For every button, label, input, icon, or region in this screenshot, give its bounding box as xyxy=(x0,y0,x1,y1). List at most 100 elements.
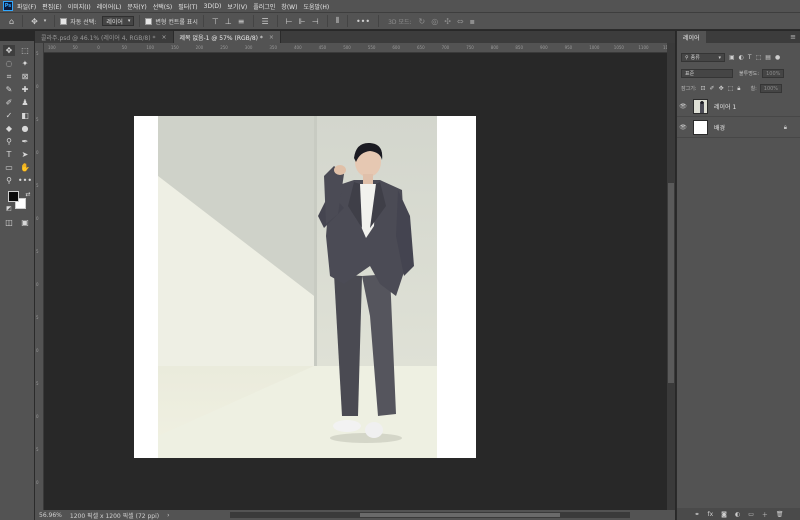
filter-type-icon[interactable]: T xyxy=(748,54,752,61)
hand-tool-icon[interactable]: ✋ xyxy=(19,162,31,173)
crop-tool-icon[interactable]: ⌗ xyxy=(3,71,15,82)
rectangle-tool-icon[interactable]: ▭ xyxy=(3,162,15,173)
blur-tool-icon[interactable]: ● xyxy=(19,123,31,134)
menu-select[interactable]: 선택(S) xyxy=(153,2,173,11)
auto-select-target-dropdown[interactable]: 레이어 ▾ xyxy=(102,16,135,26)
distribute-vertical-icon[interactable]: ☰ xyxy=(262,17,269,26)
zoom-level[interactable]: 56.96% xyxy=(39,512,62,519)
document-canvas[interactable] xyxy=(134,116,476,458)
frame-tool-icon[interactable]: ⊠ xyxy=(19,71,31,82)
artboard-tool-icon[interactable]: ⬚ xyxy=(19,45,31,56)
link-layers-icon[interactable]: ⚭ xyxy=(694,511,699,518)
align-bottom-icon[interactable]: ≡ xyxy=(238,17,245,26)
path-selection-tool-icon[interactable]: ➤ xyxy=(19,149,31,160)
screen-mode-icon[interactable]: ▣ xyxy=(19,217,31,228)
lock-icon[interactable]: 🔒︎ xyxy=(784,124,787,132)
quick-mask-icon[interactable]: ◫ xyxy=(3,217,15,228)
move-tool-icon[interactable]: ✥ xyxy=(3,45,15,56)
add-mask-icon[interactable]: ◙ xyxy=(721,511,727,518)
layer-row-layer-1[interactable]: 👁︎ 레이어 1 xyxy=(677,97,800,117)
type-tool-icon[interactable]: T xyxy=(3,149,15,160)
align-right-icon[interactable]: ⊣ xyxy=(312,17,319,26)
adjustment-layer-icon[interactable]: ◐ xyxy=(735,511,740,518)
opacity-field[interactable]: 100% xyxy=(762,69,785,78)
roll-3d-icon[interactable]: ◎ xyxy=(431,17,438,26)
menu-file[interactable]: 파일(F) xyxy=(17,2,36,11)
auto-select-checkbox[interactable] xyxy=(60,17,68,25)
close-icon[interactable]: × xyxy=(269,34,274,41)
rotate-3d-icon[interactable]: ↻ xyxy=(419,17,426,26)
more-tools-icon[interactable]: ••• xyxy=(18,175,32,186)
lock-position-icon[interactable]: ✥ xyxy=(719,85,724,92)
healing-brush-tool-icon[interactable]: ✚ xyxy=(19,84,31,95)
align-middle-icon[interactable]: ⊥ xyxy=(225,17,232,26)
show-transform-checkbox[interactable] xyxy=(145,17,153,25)
lock-artboard-icon[interactable]: ⬚ xyxy=(728,85,734,92)
menu-plugins[interactable]: 플러그인 xyxy=(253,2,275,11)
default-colors-icon[interactable]: ◩ xyxy=(3,203,15,214)
menu-view[interactable]: 보기(V) xyxy=(227,2,247,11)
align-left-icon[interactable]: ⊢ xyxy=(286,17,293,26)
scale-3d-icon[interactable]: ▪ xyxy=(470,17,475,26)
filter-toggle-icon[interactable]: ● xyxy=(775,54,780,61)
eraser-tool-icon[interactable]: ◧ xyxy=(19,110,31,121)
lock-all-icon[interactable]: 🔒︎ xyxy=(737,85,740,93)
menu-help[interactable]: 도움말(H) xyxy=(303,2,329,11)
history-brush-tool-icon[interactable]: ✓ xyxy=(3,110,15,121)
document-info[interactable]: 1200 픽셀 x 1200 픽셀 (72 ppi) xyxy=(70,511,159,520)
zoom-tool-icon[interactable]: ⚲ xyxy=(3,175,15,186)
filter-pixel-icon[interactable]: ▣ xyxy=(729,54,735,61)
close-icon[interactable]: × xyxy=(161,34,166,41)
lock-transparent-icon[interactable]: ⊡ xyxy=(701,85,706,92)
panel-menu-icon[interactable]: ≡ xyxy=(790,33,796,41)
lasso-tool-icon[interactable]: ◌ xyxy=(3,58,15,69)
dodge-tool-icon[interactable]: ⚲ xyxy=(3,136,15,147)
align-center-icon[interactable]: ⊩ xyxy=(299,17,306,26)
tab-collage-doc[interactable]: 콜라주.psd @ 46.1% (레이어 4, RGB/8) * × xyxy=(35,31,174,43)
vertical-scroll-thumb[interactable] xyxy=(668,183,674,383)
horizontal-scrollbar[interactable] xyxy=(230,512,630,518)
menu-filter[interactable]: 필터(T) xyxy=(178,2,197,11)
home-icon[interactable]: ⌂ xyxy=(9,17,14,26)
magic-wand-tool-icon[interactable]: ✦ xyxy=(19,58,31,69)
slide-3d-icon[interactable]: ⇔ xyxy=(457,17,464,26)
new-layer-icon[interactable]: ＋ xyxy=(762,510,768,519)
align-top-icon[interactable]: ⊤ xyxy=(212,17,219,26)
distribute-horizontal-icon[interactable]: ⫴ xyxy=(336,16,339,26)
tab-untitled-doc[interactable]: 제목 없음-1 @ 57% (RGB/8) * × xyxy=(173,31,281,43)
menu-type[interactable]: 문자(Y) xyxy=(127,2,146,11)
fill-field[interactable]: 100% xyxy=(759,84,782,93)
swap-colors-icon[interactable]: ⇄ xyxy=(22,189,34,200)
clone-stamp-tool-icon[interactable]: ♟ xyxy=(19,97,31,108)
lock-pixels-icon[interactable]: ✐ xyxy=(710,85,715,92)
layer-style-icon[interactable]: fx xyxy=(707,511,713,518)
move-tool-icon[interactable]: ✥ xyxy=(31,17,38,26)
menu-layer[interactable]: 레이어(L) xyxy=(97,2,122,11)
chevron-down-icon[interactable]: ▾ xyxy=(44,18,47,24)
foreground-color-swatch[interactable] xyxy=(8,191,19,202)
menu-window[interactable]: 창(W) xyxy=(281,2,297,11)
drag-3d-icon[interactable]: ✣ xyxy=(444,17,451,26)
menu-image[interactable]: 이미지(I) xyxy=(68,2,91,11)
filter-adjustment-icon[interactable]: ◐ xyxy=(739,54,744,61)
blend-mode-dropdown[interactable]: 표준 xyxy=(681,69,733,78)
filter-smart-object-icon[interactable]: ▤ xyxy=(765,54,771,61)
eyedropper-tool-icon[interactable]: ✎ xyxy=(3,84,15,95)
horizontal-scroll-thumb[interactable] xyxy=(360,513,560,517)
chevron-right-icon[interactable]: › xyxy=(167,512,169,519)
layer-filter-dropdown[interactable]: ⚲ 종류 ▾ xyxy=(681,53,725,62)
layer-row-background[interactable]: 👁︎ 배경 🔒︎ xyxy=(677,118,800,138)
pen-tool-icon[interactable]: ✒ xyxy=(19,136,31,147)
new-group-icon[interactable]: ▭ xyxy=(748,511,754,518)
eye-icon[interactable]: 👁︎ xyxy=(677,124,689,131)
filter-shape-icon[interactable]: ⬚ xyxy=(756,54,762,61)
tab-layers[interactable]: 레이어 xyxy=(677,31,706,43)
brush-tool-icon[interactable]: ✐ xyxy=(3,97,15,108)
delete-layer-icon[interactable]: 🗑︎ xyxy=(776,511,784,518)
menu-3d[interactable]: 3D(D) xyxy=(204,3,222,10)
paint-bucket-tool-icon[interactable]: ◆ xyxy=(3,123,15,134)
more-options-icon[interactable]: ••• xyxy=(356,17,370,26)
vertical-scrollbar[interactable] xyxy=(667,43,675,510)
eye-icon[interactable]: 👁︎ xyxy=(677,103,689,110)
menu-edit[interactable]: 편집(E) xyxy=(42,2,62,11)
